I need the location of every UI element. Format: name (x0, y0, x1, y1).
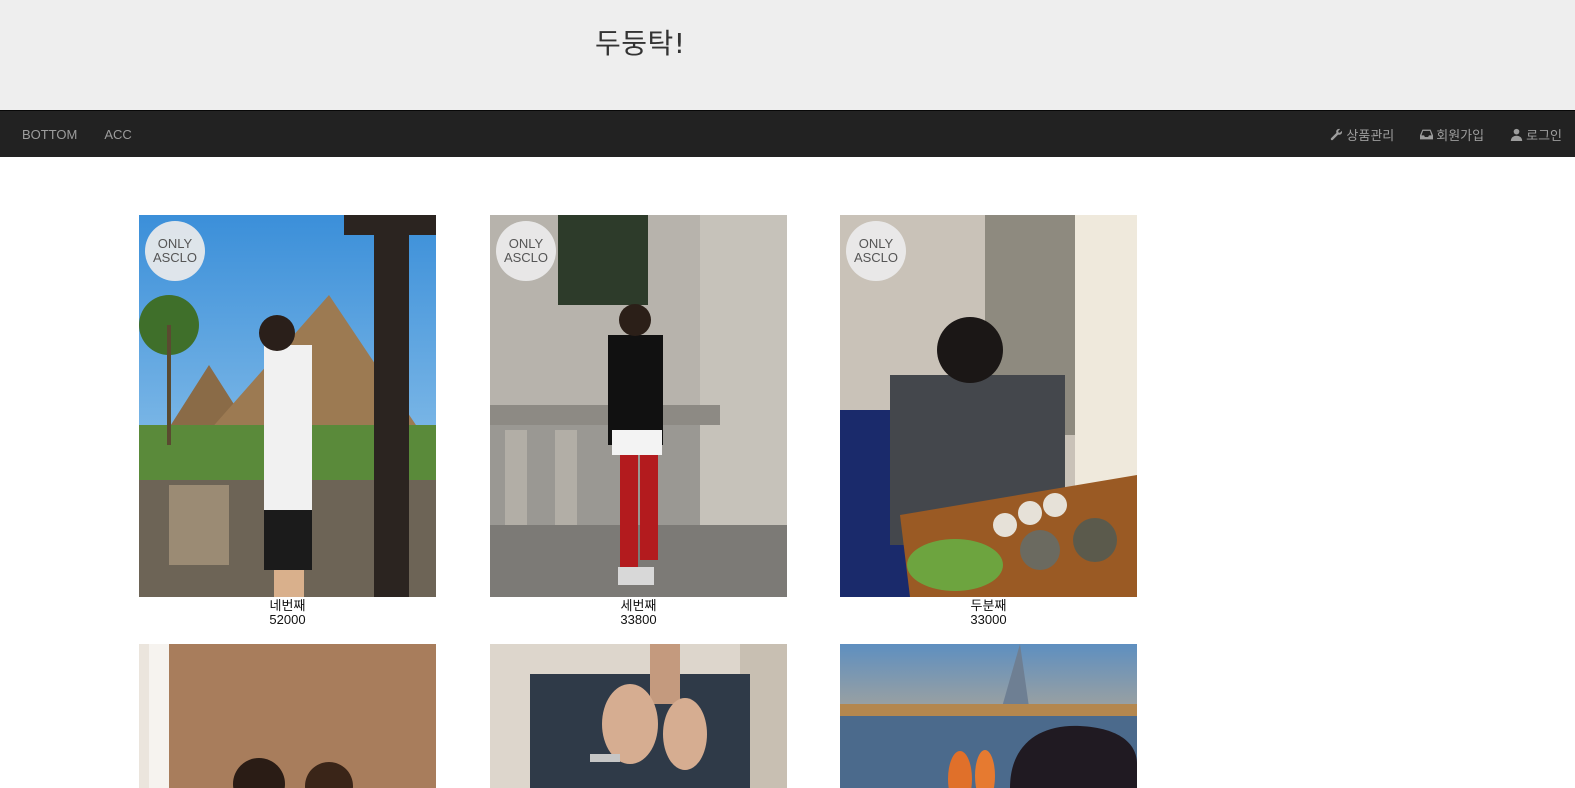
product-name[interactable]: 두분째 (840, 599, 1137, 613)
product-image[interactable]: ONLY ASCLO (840, 215, 1137, 597)
product-photo-couple (139, 644, 436, 788)
user-icon (1510, 128, 1523, 141)
product-image[interactable] (490, 644, 787, 788)
site-title[interactable]: 두둥탁! (595, 22, 686, 62)
nav-item-label: 상품관리 (1346, 128, 1395, 144)
badge-line-2: ASCLO (503, 250, 549, 265)
nav-right: 상품관리 회원가입 로그인 (1304, 111, 1562, 157)
product-card[interactable] (139, 644, 436, 788)
product-caption: 두분째 33000 (840, 599, 1137, 627)
product-card[interactable] (840, 644, 1137, 788)
badge-line-1: ONLY (858, 236, 894, 251)
only-asclo-badge: ONLY ASCLO (846, 221, 906, 281)
product-caption: 네번째 52000 (139, 599, 436, 627)
product-card[interactable] (490, 644, 787, 788)
product-name[interactable]: 네번째 (139, 599, 436, 613)
product-card[interactable]: ONLY ASCLO 네번째 52000 (139, 215, 436, 627)
page-header: 두둥탁! (0, 0, 1575, 110)
inbox-icon (1420, 129, 1434, 139)
badge-line-2: ASCLO (853, 250, 899, 265)
nav-item-bottom[interactable]: BOTTOM (22, 127, 77, 142)
product-photo-city-cap (840, 644, 1137, 788)
only-asclo-badge: ONLY ASCLO (496, 221, 556, 281)
nav-item-login[interactable]: 로그인 (1510, 125, 1562, 144)
product-price: 52000 (269, 612, 306, 627)
nav-left: BOTTOM ACC (22, 111, 159, 157)
product-caption: 세번째 33800 (490, 599, 787, 627)
product-card[interactable]: ONLY ASCLO 세번째 33800 (490, 215, 787, 627)
product-price: 33800 (620, 612, 657, 627)
product-price: 33000 (970, 612, 1007, 627)
product-image[interactable]: ONLY ASCLO (490, 215, 787, 597)
product-photo-mirror-selfie (490, 644, 787, 788)
nav-item-acc[interactable]: ACC (104, 127, 131, 142)
badge-line-2: ASCLO (152, 250, 198, 265)
only-asclo-badge: ONLY ASCLO (145, 221, 205, 281)
nav-item-label: 로그인 (1526, 128, 1562, 144)
product-name[interactable]: 세번째 (490, 599, 787, 613)
product-image[interactable] (139, 644, 436, 788)
product-image[interactable]: ONLY ASCLO (139, 215, 436, 597)
wrench-icon (1331, 128, 1343, 140)
badge-line-1: ONLY (157, 236, 193, 251)
nav-item-product-manage[interactable]: 상품관리 (1330, 125, 1394, 144)
product-card[interactable]: ONLY ASCLO 두분째 33000 (840, 215, 1137, 627)
navbar: BOTTOM ACC 상품관리 회원가입 로그인 (0, 110, 1575, 157)
nav-item-signup[interactable]: 회원가입 (1420, 125, 1484, 144)
nav-item-label: 회원가입 (1436, 128, 1485, 144)
product-image[interactable] (840, 644, 1137, 788)
badge-line-1: ONLY (508, 236, 544, 251)
